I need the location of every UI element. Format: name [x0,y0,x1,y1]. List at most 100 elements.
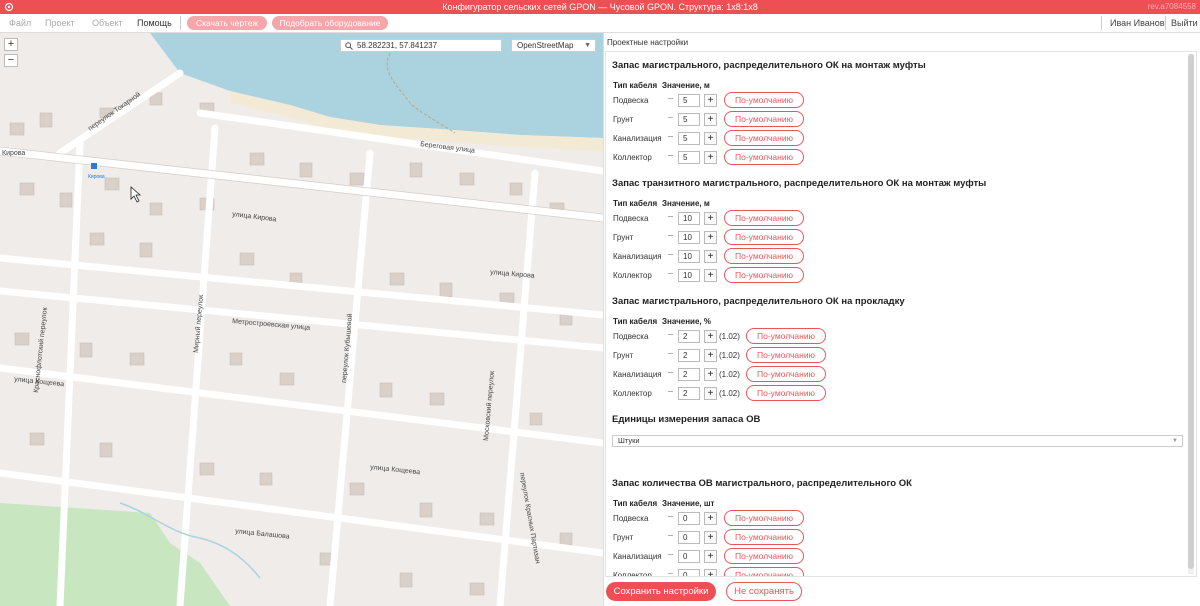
dont-save-button[interactable]: Не сохранять [726,582,802,601]
street-label: улица Кирова [232,211,277,223]
menu-file[interactable]: Файл [9,18,31,28]
default-button[interactable]: По-умолчанию [746,347,826,363]
decrement-button[interactable]: − [664,531,677,544]
increment-button[interactable]: + [704,349,717,362]
value-input[interactable]: 2 [678,368,700,381]
row-label: Канализация [613,252,662,261]
menu-object[interactable]: Объект [92,18,123,28]
increment-button[interactable]: + [704,387,717,400]
units-select[interactable]: Штуки ▼ [612,435,1183,447]
value-input[interactable]: 5 [678,151,700,164]
scrollbar-thumb[interactable] [1188,54,1194,569]
increment-button[interactable]: + [704,330,717,343]
decrement-button[interactable]: − [664,512,677,525]
decrement-button[interactable]: − [664,113,677,126]
increment-button[interactable]: + [704,512,717,525]
default-button[interactable]: По-умолчанию [724,92,804,108]
value-input[interactable]: 10 [678,212,700,225]
default-button[interactable]: По-умолчанию [724,248,804,264]
map-view[interactable]: Кирова улица Кирова Береговая улица пере… [0,33,603,606]
default-button[interactable]: По-умолчанию [724,267,804,283]
increment-button[interactable]: + [704,250,717,263]
value-input[interactable]: 0 [678,569,700,576]
coordinate-search-input[interactable]: 58.282231, 57.841237 [340,39,502,52]
default-button[interactable]: По-умолчанию [746,385,826,401]
bus-stop-icon [91,163,97,169]
street-label: переулок Токарной [87,90,143,132]
save-settings-button[interactable]: Сохранить настройки [606,582,716,601]
decrement-button[interactable]: − [664,269,677,282]
zoom-out-button[interactable]: − [4,54,18,67]
default-button[interactable]: По-умолчанию [724,130,804,146]
decrement-button[interactable]: − [664,550,677,563]
download-drawings-button[interactable]: Скачать чертеж [187,16,267,30]
increment-button[interactable]: + [704,212,717,225]
park-area [0,503,230,606]
decrement-button[interactable]: − [664,250,677,263]
increment-button[interactable]: + [704,569,717,576]
street-label: переулок Красных Партизан [518,472,541,564]
multiplier-label: (1.02) [719,370,740,379]
increment-button[interactable]: + [704,151,717,164]
default-button[interactable]: По-умолчанию [724,149,804,165]
value-input[interactable]: 2 [678,387,700,400]
increment-button[interactable]: + [704,94,717,107]
value-input[interactable]: 5 [678,94,700,107]
decrement-button[interactable]: − [664,569,677,576]
value-input[interactable]: 10 [678,269,700,282]
decrement-button[interactable]: − [664,368,677,381]
value-input[interactable]: 10 [678,250,700,263]
increment-button[interactable]: + [704,531,717,544]
bus-stop-label: Кирова [88,174,105,180]
default-button[interactable]: По-умолчанию [746,328,826,344]
zoom-in-button[interactable]: + [4,38,18,51]
revision-label: rev.a7084558 [1147,2,1196,11]
increment-button[interactable]: + [704,113,717,126]
section-title: Запас транзитного магистрального, распре… [612,178,987,189]
value-input[interactable]: 5 [678,113,700,126]
value-input[interactable]: 0 [678,550,700,563]
value-input[interactable]: 0 [678,512,700,525]
settings-scroll-area[interactable]: Запас магистрального, распределительного… [605,51,1197,577]
decrement-button[interactable]: − [664,151,677,164]
increment-button[interactable]: + [704,368,717,381]
select-equipment-button[interactable]: Подобрать оборудование [272,16,388,30]
default-button[interactable]: По-умолчанию [724,567,804,576]
row-label: Коллектор [613,389,652,398]
default-button[interactable]: По-умолчанию [724,111,804,127]
scrollbar[interactable] [1188,54,1194,574]
decrement-button[interactable]: − [664,231,677,244]
default-button[interactable]: По-умолчанию [746,366,826,382]
menu-help[interactable]: Помощь [137,18,172,28]
default-button[interactable]: По-умолчанию [724,210,804,226]
decrement-button[interactable]: − [664,349,677,362]
map-layer-select[interactable]: OpenStreetMap ▼ [511,39,596,52]
decrement-button[interactable]: − [664,212,677,225]
default-button[interactable]: По-умолчанию [724,229,804,245]
decrement-button[interactable]: − [664,132,677,145]
default-button[interactable]: По-умолчанию [724,529,804,545]
value-input[interactable]: 2 [678,349,700,362]
logout-link[interactable]: Выйти [1171,18,1198,28]
decrement-button[interactable]: − [664,330,677,343]
map-canvas[interactable]: Кирова улица Кирова Береговая улица пере… [0,33,603,606]
row-label: Коллектор [613,153,652,162]
row-label: Подвеска [613,332,649,341]
decrement-button[interactable]: − [664,387,677,400]
decrement-button[interactable]: − [664,94,677,107]
mouse-cursor-icon [130,186,142,203]
street-label: Кирова [2,150,25,157]
default-button[interactable]: По-умолчанию [724,510,804,526]
increment-button[interactable]: + [704,231,717,244]
value-input[interactable]: 2 [678,330,700,343]
value-input[interactable]: 5 [678,132,700,145]
value-input[interactable]: 0 [678,531,700,544]
road-kubyshevoy [326,149,374,606]
default-button[interactable]: По-умолчанию [724,548,804,564]
increment-button[interactable]: + [704,269,717,282]
menu-project[interactable]: Проект [45,18,75,28]
user-name[interactable]: Иван Иванов [1110,18,1165,28]
increment-button[interactable]: + [704,132,717,145]
value-input[interactable]: 10 [678,231,700,244]
increment-button[interactable]: + [704,550,717,563]
